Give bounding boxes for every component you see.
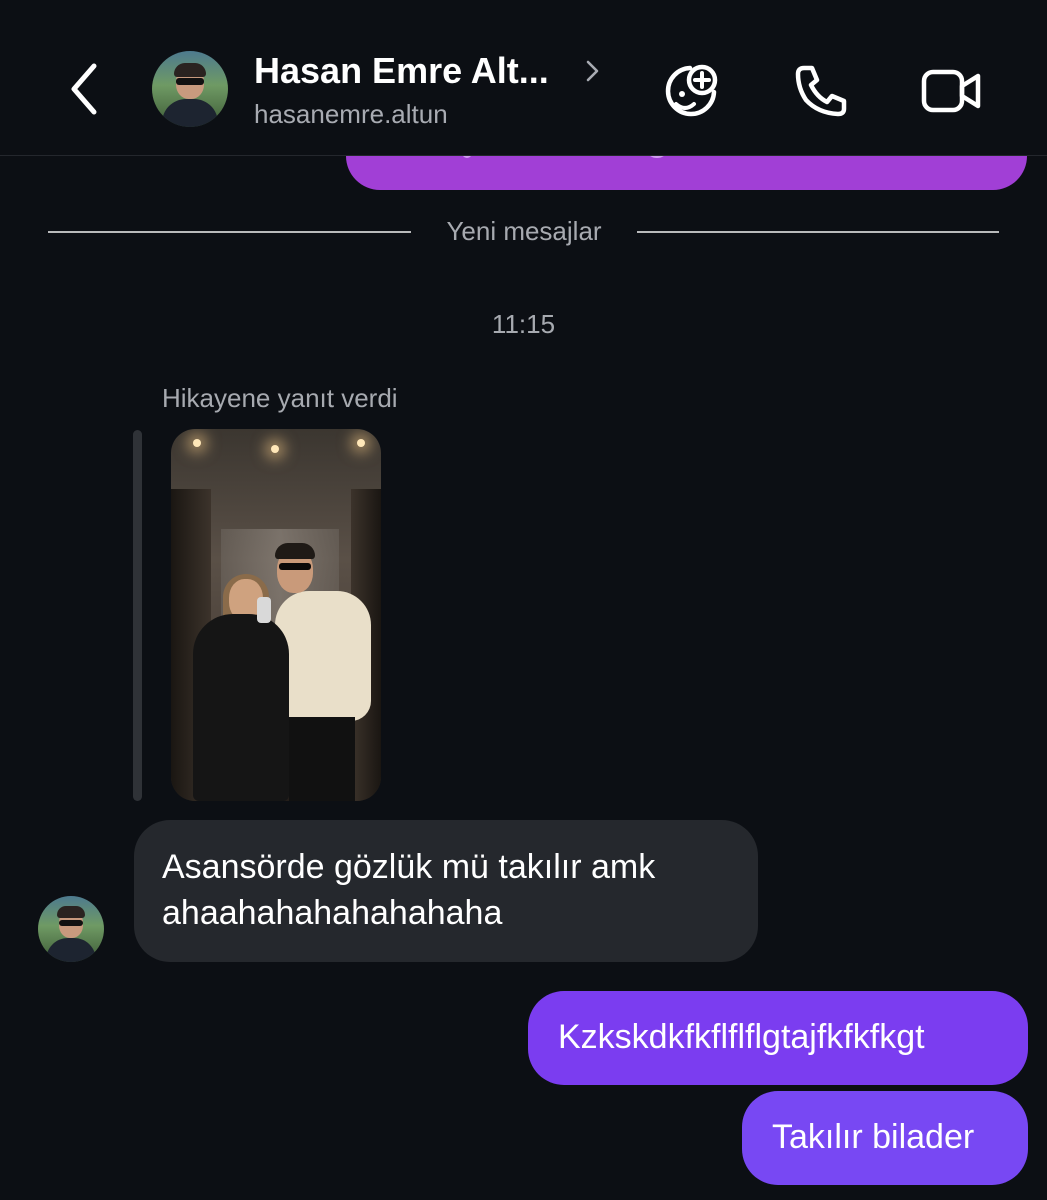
story-thumbnail[interactable] [171, 429, 381, 801]
sticker-add-icon [665, 64, 718, 117]
video-call-button[interactable] [920, 60, 982, 122]
audio-call-button[interactable] [790, 60, 852, 122]
outgoing-message-bubble[interactable]: Kzkskdkfkflflflgtajfkfkfkgt [528, 991, 1028, 1085]
back-button[interactable] [62, 58, 108, 120]
reply-quote-bar [133, 430, 142, 801]
new-messages-divider-right [637, 231, 999, 233]
outgoing-message-bubble[interactable]: Takılır bilader [742, 1091, 1028, 1185]
new-messages-divider-left [48, 231, 411, 233]
contact-avatar[interactable] [152, 51, 228, 127]
story-reply-label: Hikayene yanıt verdi [162, 383, 398, 413]
new-messages-divider-label: Yeni mesajlar [446, 216, 602, 246]
incoming-message-bubble[interactable]: Asansörde gözlük mü takılır amk ahaahaha… [134, 820, 758, 962]
sender-avatar[interactable] [38, 896, 104, 962]
chevron-left-icon [71, 63, 97, 115]
dm-screen: Hasan Emre Alt... hasanemre.altun Yeni m… [0, 0, 1047, 1200]
phone-icon [795, 65, 847, 117]
message-timestamp: 11:15 [491, 309, 556, 339]
contact-name[interactable]: Hasan Emre Alt... [254, 50, 549, 92]
video-camera-icon [921, 69, 981, 113]
chevron-right-icon[interactable] [582, 58, 602, 84]
incoming-message-line: Asansörde gözlük mü takılır amk [162, 848, 656, 886]
contact-username[interactable]: hasanemre.altun [254, 99, 448, 130]
message-thread[interactable]: Yeni mesajlar 11:15 Hikayene yanıt verdi… [0, 96, 1047, 1200]
incoming-message-line: ahaahahahahahahaha [162, 894, 503, 932]
sticker-button[interactable] [660, 60, 722, 122]
chat-header: Hasan Emre Alt... hasanemre.altun [0, 0, 1047, 156]
